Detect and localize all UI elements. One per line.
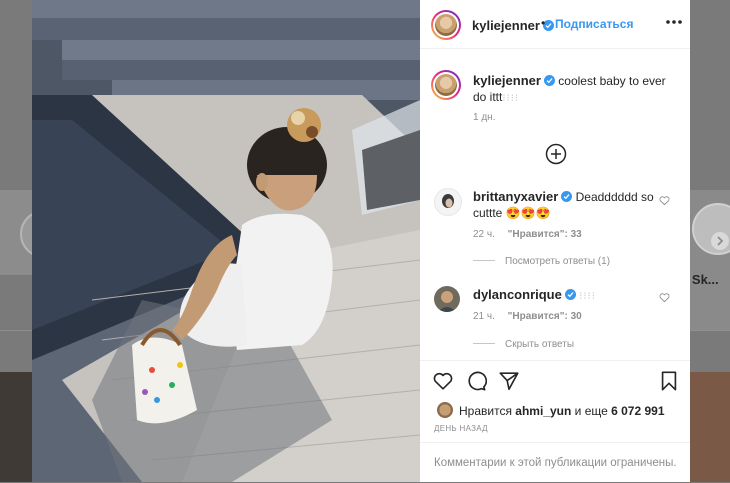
header-separator: • xyxy=(541,16,546,30)
post-photo[interactable] xyxy=(32,0,420,482)
comment-emoji-glyphs: ⁝⁝⁝⁝ xyxy=(579,291,596,302)
comments-limited-notice: Комментарии к этой публикации ограничены… xyxy=(420,442,690,483)
backdrop-left-image xyxy=(0,372,32,482)
caption-username[interactable]: kyliejenner xyxy=(473,73,541,88)
comment-2: dylanconrique ⁝⁝⁝⁝ xyxy=(473,287,658,305)
comment-1-meta: 22 ч. "Нравится": 33 xyxy=(473,229,582,240)
post-date: ДЕНЬ НАЗАД xyxy=(434,424,488,433)
comment-time: 21 ч. xyxy=(473,311,495,322)
caption-author-avatar[interactable] xyxy=(431,70,461,100)
comment-1: brittanyxavier Deadddddd so cuttte 😍😍😍 xyxy=(473,189,658,221)
backdrop-right-image xyxy=(690,372,730,482)
plus-circle-icon[interactable] xyxy=(545,143,567,165)
post-header: kyliejenner • Подписаться xyxy=(420,0,690,49)
share-icon[interactable] xyxy=(498,370,520,392)
replies-label[interactable]: Посмотреть ответы (1) xyxy=(505,256,610,267)
comment-username[interactable]: brittanyxavier xyxy=(473,189,558,204)
bookmark-icon[interactable] xyxy=(658,370,680,392)
next-arrow-button[interactable] xyxy=(711,232,729,250)
author-username[interactable]: kyliejenner xyxy=(472,18,540,33)
chevron-right-icon xyxy=(717,236,724,246)
comment-username[interactable]: dylanconrique xyxy=(473,287,562,302)
verified-badge-icon xyxy=(564,289,576,300)
comment-like-heart-icon[interactable] xyxy=(659,195,670,206)
verified-badge-icon xyxy=(561,191,573,202)
liker-username[interactable]: ahmi_yun xyxy=(515,404,571,418)
comment-avatar-brittanyxavier[interactable] xyxy=(434,188,462,216)
likes-count[interactable]: 6 072 991 xyxy=(611,404,664,418)
comment-avatar-dylanconrique[interactable] xyxy=(434,286,460,312)
replies-line xyxy=(473,343,495,344)
verified-badge-icon xyxy=(543,75,555,86)
caption: kyliejenner coolest baby to ever do ittt… xyxy=(473,73,678,107)
likes-prefix: Нравится xyxy=(459,404,512,418)
comment-icon[interactable] xyxy=(465,370,487,392)
comments-limited-text: Комментарии к этой публикации ограничены… xyxy=(434,457,677,469)
heart-icon[interactable] xyxy=(432,370,454,392)
view-replies-toggle[interactable]: Посмотреть ответы (1) xyxy=(473,256,610,267)
replies-line xyxy=(473,260,495,261)
more-options-icon[interactable] xyxy=(664,12,684,32)
caption-emoji-glyphs: ⁝⁝⁝⁝ xyxy=(502,93,520,104)
comment-time: 22 ч. xyxy=(473,229,495,240)
author-avatar[interactable] xyxy=(431,10,461,40)
comment-likes[interactable]: "Нравится": 30 xyxy=(508,311,582,322)
comment-like-heart-icon[interactable] xyxy=(659,292,670,303)
follow-button[interactable]: Подписаться xyxy=(555,17,633,31)
likes-summary: Нравится ahmi_yun и еще 6 072 991 xyxy=(436,401,665,419)
comment-likes[interactable]: "Нравится": 33 xyxy=(508,229,582,240)
post-actions: Нравится ahmi_yun и еще 6 072 991 ДЕНЬ Н… xyxy=(420,360,690,443)
caption-time: 1 дн. xyxy=(473,112,496,123)
replies-label[interactable]: Скрыть ответы xyxy=(505,339,574,350)
liker-avatar[interactable] xyxy=(436,401,454,419)
comments-section: kyliejenner coolest baby to ever do ittt… xyxy=(420,49,690,360)
comment-2-meta: 21 ч. "Нравится": 30 xyxy=(473,311,582,322)
likes-middle: и еще xyxy=(574,404,608,418)
post-sidebar: kyliejenner • Подписаться kyliejenner co… xyxy=(420,0,690,482)
child-photo-illustration xyxy=(32,0,420,482)
hide-replies-toggle[interactable]: Скрыть ответы xyxy=(473,339,574,350)
